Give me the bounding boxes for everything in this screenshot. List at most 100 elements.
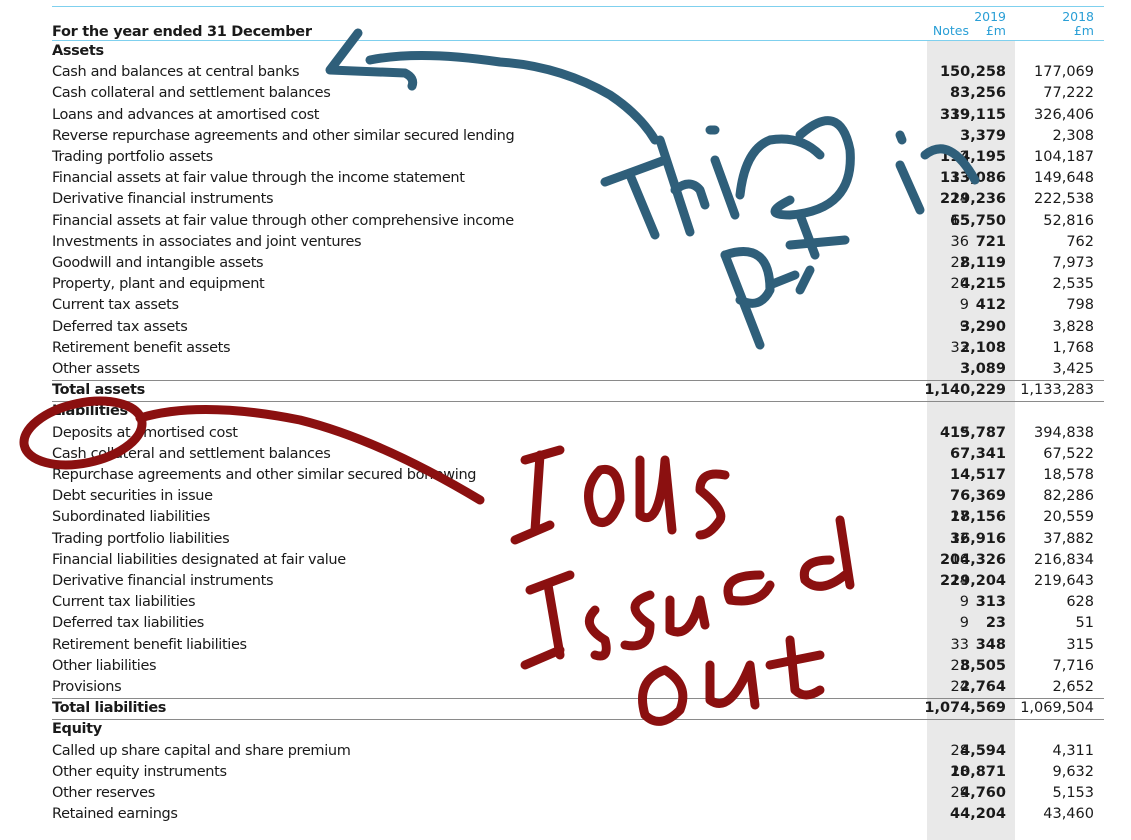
table-row: Retirement benefit assets 33 2,108 1,768 <box>52 338 1104 359</box>
table-row: Provisions 24 2,764 2,652 <box>52 677 1104 698</box>
value-2018: 104,187 <box>1034 149 1094 165</box>
value-2018: 2,535 <box>1052 276 1094 293</box>
value-2018: 3,425 <box>1052 361 1094 377</box>
value-2019: 10,871 <box>950 763 1006 780</box>
table-row: Financial assets at fair value through t… <box>52 168 1104 189</box>
value-2019: 8,505 <box>960 657 1006 674</box>
table-row: Derivative financial instruments 14 229,20… <box>52 571 1104 592</box>
value-2019: 229,204 <box>939 573 1006 589</box>
row-label: Cash and balances at central banks <box>52 64 300 81</box>
table-row: Other reserves 29 4,760 5,153 <box>52 783 1104 804</box>
value-2019: 150,258 <box>939 64 1006 81</box>
value-2018: 628 <box>1066 594 1094 611</box>
value-2019: 4,760 <box>960 785 1006 801</box>
table-row: Other assets 3,089 3,425 <box>52 359 1104 380</box>
table-row: Deposits at amortised cost 19 415,787 394,8… <box>52 423 1104 444</box>
table-row: Deferred tax assets 9 3,290 3,828 <box>52 317 1104 338</box>
row-label: Subordinated liabilities <box>52 509 210 526</box>
table-row: Retirement benefit liabilities 33 348 315 <box>52 635 1104 656</box>
value-2018: 52,816 <box>1043 212 1094 229</box>
value-2018: 82,286 <box>1043 488 1094 505</box>
section-heading-liabilities: Liabilities <box>52 401 1104 422</box>
value-2019: 14,517 <box>950 467 1006 483</box>
row-label: Equity <box>52 721 102 738</box>
table-row: Loans and advances at amortised cost 19 33… <box>52 105 1104 126</box>
value-2018: 20,559 <box>1043 509 1094 526</box>
table-row: Other equity instruments 28 10,871 9,632 <box>52 762 1104 783</box>
value-2018: 326,406 <box>1034 106 1094 123</box>
row-label: Liabilities <box>52 403 128 420</box>
value-2018: 798 <box>1066 297 1094 314</box>
value-2018: 2,308 <box>1052 127 1094 144</box>
value-2019: 114,195 <box>939 149 1006 165</box>
table-row: Repurchase agreements and other similar … <box>52 465 1104 486</box>
table-row: Retained earnings 44,204 43,460 <box>52 804 1104 825</box>
value-2019: 721 <box>975 233 1006 250</box>
row-label: Cash collateral and settlement balances <box>52 445 331 462</box>
row-label: Property, plant and equipment <box>52 276 265 293</box>
row-label: Cash collateral and settlement balances <box>52 85 331 102</box>
row-label: Other equity instruments <box>52 763 227 780</box>
value-2018: 5,153 <box>1052 785 1094 801</box>
row-label: Repurchase agreements and other similar … <box>52 467 477 483</box>
value-2019: 2,764 <box>960 679 1006 695</box>
period-title: For the year ended 31 December <box>52 24 312 40</box>
value-2018: 51 <box>1075 615 1094 632</box>
value-2018: 315 <box>1066 636 1094 653</box>
total-liabilities-row: Total liabilities 1,074,569 1,069,504 <box>52 698 1104 719</box>
row-label: Goodwill and intangible assets <box>52 255 264 271</box>
table-row: Subordinated liabilities 27 18,156 20,559 <box>52 507 1104 528</box>
value-2019: 4,594 <box>960 742 1006 759</box>
value-2018: 216,834 <box>1034 551 1094 568</box>
table-row: Current tax liabilities 9 313 628 <box>52 592 1104 613</box>
value-2019: 65,750 <box>950 212 1006 229</box>
table-row: Derivative financial instruments 14 229,23… <box>52 189 1104 210</box>
table-header: For the year ended 31 December Notes 201… <box>52 7 1104 41</box>
row-label: Assets <box>52 43 104 59</box>
table-row: Deferred tax liabilities 9 23 51 <box>52 613 1104 634</box>
row-label: Retirement benefit liabilities <box>52 636 247 653</box>
table-row: Financial assets at fair value through o… <box>52 211 1104 232</box>
value-2019: 18,156 <box>950 509 1006 526</box>
value-2018: 149,648 <box>1034 170 1094 187</box>
table-row: Reverse repurchase agreements and other … <box>52 126 1104 147</box>
value-2019: 3,290 <box>960 318 1006 335</box>
table-row: Debt securities in issue 76,369 82,286 <box>52 486 1104 507</box>
row-label: Provisions <box>52 679 122 695</box>
row-label: Loans and advances at amortised cost <box>52 106 320 123</box>
value-2018: 9,632 <box>1052 763 1094 780</box>
table-row: Cash collateral and settlement balances 6… <box>52 444 1104 465</box>
value-2018: 67,522 <box>1043 445 1094 462</box>
row-label: Deferred tax assets <box>52 318 188 335</box>
section-heading-equity: Equity <box>52 719 1104 740</box>
value-2018: 43,460 <box>1043 806 1094 823</box>
row-label: Deposits at amortised cost <box>52 424 238 441</box>
value-2018: 37,882 <box>1043 530 1094 547</box>
value-2019: 36,916 <box>950 530 1006 547</box>
row-label: Derivative financial instruments <box>52 573 274 589</box>
column-header-2018: 2018 £m <box>1062 9 1094 38</box>
row-label: Debt securities in issue <box>52 488 213 505</box>
total-assets-row: Total assets 1,140,229 1,133,283 <box>52 380 1104 401</box>
value-2018: 7,973 <box>1052 255 1094 271</box>
row-label: Other assets <box>52 361 140 377</box>
value-2019: 23 <box>985 615 1006 632</box>
row-label: Other liabilities <box>52 657 157 674</box>
value-2018: 219,643 <box>1034 573 1094 589</box>
value-2019: 313 <box>975 594 1006 611</box>
table-row: Goodwill and intangible assets 22 8,119 7,9… <box>52 253 1104 274</box>
value-2018: 2,652 <box>1052 679 1094 695</box>
row-label: Trading portfolio liabilities <box>52 530 230 547</box>
table-row: Cash collateral and settlement balances 8… <box>52 83 1104 104</box>
value-2018: 1,133,283 <box>1020 382 1094 399</box>
value-2019: 412 <box>975 297 1006 314</box>
table-row: Called up share capital and share premiu… <box>52 741 1104 762</box>
row-label: Investments in associates and joint vent… <box>52 233 362 250</box>
value-2018: 3,828 <box>1052 318 1094 335</box>
value-2019: 204,326 <box>939 551 1006 568</box>
value-2019: 83,256 <box>950 85 1006 102</box>
value-2019: 76,369 <box>950 488 1006 505</box>
value-2018: 394,838 <box>1034 424 1094 441</box>
row-label: Retained earnings <box>52 806 178 823</box>
table-row: Trading portfolio liabilities 12 36,916 37,… <box>52 529 1104 550</box>
